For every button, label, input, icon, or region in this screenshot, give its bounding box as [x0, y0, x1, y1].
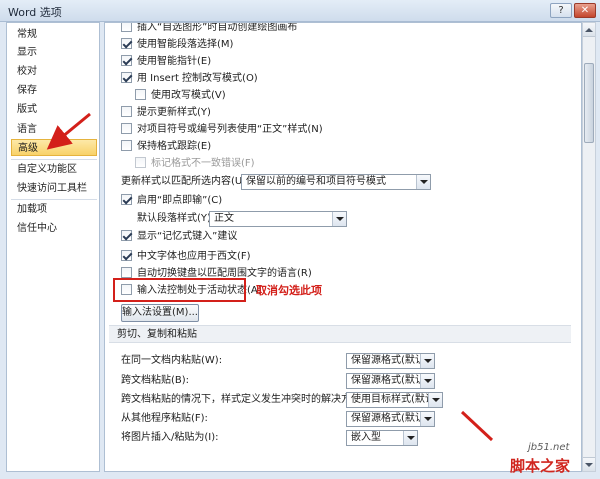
- option-autocomplete[interactable]: 显示“记忆式键入”建议: [121, 229, 237, 245]
- sidebar-item-general[interactable]: 常规: [11, 26, 97, 43]
- chevron-down-icon[interactable]: [403, 431, 417, 445]
- insert-picture-as-select[interactable]: 嵌入型: [346, 430, 418, 446]
- sidebar-divider: [11, 199, 97, 200]
- checkbox[interactable]: [121, 38, 132, 49]
- checkbox[interactable]: [121, 230, 132, 241]
- sidebar-item-advanced[interactable]: 高级: [11, 139, 97, 156]
- watermark-logo: 脚本之家: [510, 457, 571, 475]
- option-prompt-style-update[interactable]: 提示更新样式(Y): [121, 105, 211, 121]
- sidebar-item-language[interactable]: 语言: [11, 121, 97, 138]
- ime-settings-button[interactable]: 输入法设置(M)...: [121, 304, 199, 322]
- option-smart-paragraph[interactable]: 使用智能段落选择(M): [121, 37, 233, 53]
- options-sidebar: 常规 显示 校对 保存 版式 语言 高级 自定义功能区 快速访问工具栏 加载项 …: [6, 22, 100, 472]
- checkbox[interactable]: [121, 250, 132, 261]
- sidebar-item-customize-ribbon[interactable]: 自定义功能区: [11, 161, 97, 178]
- advanced-options-panel: 插入“自选图形”时自动创建绘图画布 使用智能段落选择(M) 使用智能指针(E) …: [104, 22, 582, 472]
- option-smart-cursor[interactable]: 使用智能指针(E): [121, 54, 211, 70]
- update-style-select[interactable]: 保留以前的编号和项目符号模式: [241, 174, 431, 190]
- checkbox[interactable]: [135, 89, 146, 100]
- scroll-down-icon[interactable]: [583, 457, 595, 471]
- checkbox[interactable]: [121, 72, 132, 83]
- paste-row-label: 跨文档粘贴(B):: [121, 375, 190, 386]
- option-keep-track-formatting[interactable]: 保持格式跟踪(E): [121, 139, 211, 155]
- default-paragraph-style-select[interactable]: 正文: [209, 211, 347, 227]
- sidebar-item-proofing[interactable]: 校对: [11, 63, 97, 80]
- option-click-and-type[interactable]: 启用“即点即输”(C): [121, 193, 222, 209]
- sidebar-item-addins[interactable]: 加载项: [11, 201, 97, 218]
- chevron-down-icon[interactable]: [420, 354, 434, 368]
- chevron-down-icon[interactable]: [420, 374, 434, 388]
- checkbox[interactable]: [121, 55, 132, 66]
- sidebar-item-display[interactable]: 显示: [11, 44, 97, 61]
- paste-between-documents-select[interactable]: 保留源格式(默认): [346, 373, 435, 389]
- title-bar: Word 选项 ? ✕: [0, 0, 600, 22]
- checkbox[interactable]: [121, 194, 132, 205]
- paste-row-label: 在同一文档内粘贴(W):: [121, 355, 223, 366]
- chevron-down-icon[interactable]: [428, 393, 442, 407]
- checkbox[interactable]: [121, 123, 132, 134]
- checkbox[interactable]: [121, 23, 132, 32]
- sidebar-divider: [11, 159, 97, 160]
- default-paragraph-style-label: 默认段落样式(Y):: [137, 213, 215, 224]
- watermark-url: jb51.net: [528, 442, 570, 453]
- chevron-down-icon[interactable]: [416, 175, 430, 189]
- section-title-cut-copy-paste: 剪切、复制和粘贴: [109, 325, 571, 343]
- paste-row-label: 从其他程序粘贴(F):: [121, 413, 208, 424]
- option-insert-key-overtype[interactable]: 用 Insert 控制改写模式(O): [121, 71, 258, 87]
- checkbox: [135, 157, 146, 168]
- paste-row-label: 将图片插入/粘贴为(I):: [121, 432, 219, 443]
- checkbox[interactable]: [121, 267, 132, 278]
- update-style-label: 更新样式以匹配所选内容(U):: [121, 176, 250, 187]
- sidebar-item-trust-center[interactable]: 信任中心: [11, 220, 97, 237]
- option-mark-inconsistency: 标记格式不一致错误(F): [135, 156, 255, 172]
- highlight-box: [113, 278, 246, 302]
- sidebar-item-save[interactable]: 保存: [11, 82, 97, 99]
- option-normal-style-lists[interactable]: 对项目符号或编号列表使用“正文”样式(N): [121, 122, 323, 138]
- chevron-down-icon[interactable]: [332, 212, 346, 226]
- paste-row-label: 跨文档粘贴的情况下，样式定义发生冲突时的解决方法(E):: [121, 394, 379, 405]
- window-title: Word 选项: [8, 6, 62, 19]
- close-button[interactable]: ✕: [574, 3, 596, 18]
- scrollbar-thumb[interactable]: [584, 63, 594, 143]
- option-chinese-font-western[interactable]: 中文字体也应用于西文(F): [121, 249, 251, 265]
- paste-from-other-programs-select[interactable]: 保留源格式(默认): [346, 411, 435, 427]
- option-use-overtype[interactable]: 使用改写模式(V): [135, 88, 226, 104]
- sidebar-item-layout[interactable]: 版式: [11, 101, 97, 118]
- paste-style-conflict-select[interactable]: 使用目标样式(默认): [346, 392, 443, 408]
- help-button[interactable]: ?: [550, 3, 572, 18]
- annotation-text: 取消勾选此项: [256, 284, 322, 297]
- vertical-scrollbar[interactable]: [582, 22, 596, 472]
- sidebar-item-quick-access-toolbar[interactable]: 快速访问工具栏: [11, 180, 97, 197]
- chevron-down-icon[interactable]: [420, 412, 434, 426]
- checkbox[interactable]: [121, 140, 132, 151]
- scroll-up-icon[interactable]: [583, 23, 595, 37]
- option-insert-canvas[interactable]: 插入“自选图形”时自动创建绘图画布: [121, 23, 297, 36]
- checkbox[interactable]: [121, 106, 132, 117]
- paste-within-document-select[interactable]: 保留源格式(默认): [346, 353, 435, 369]
